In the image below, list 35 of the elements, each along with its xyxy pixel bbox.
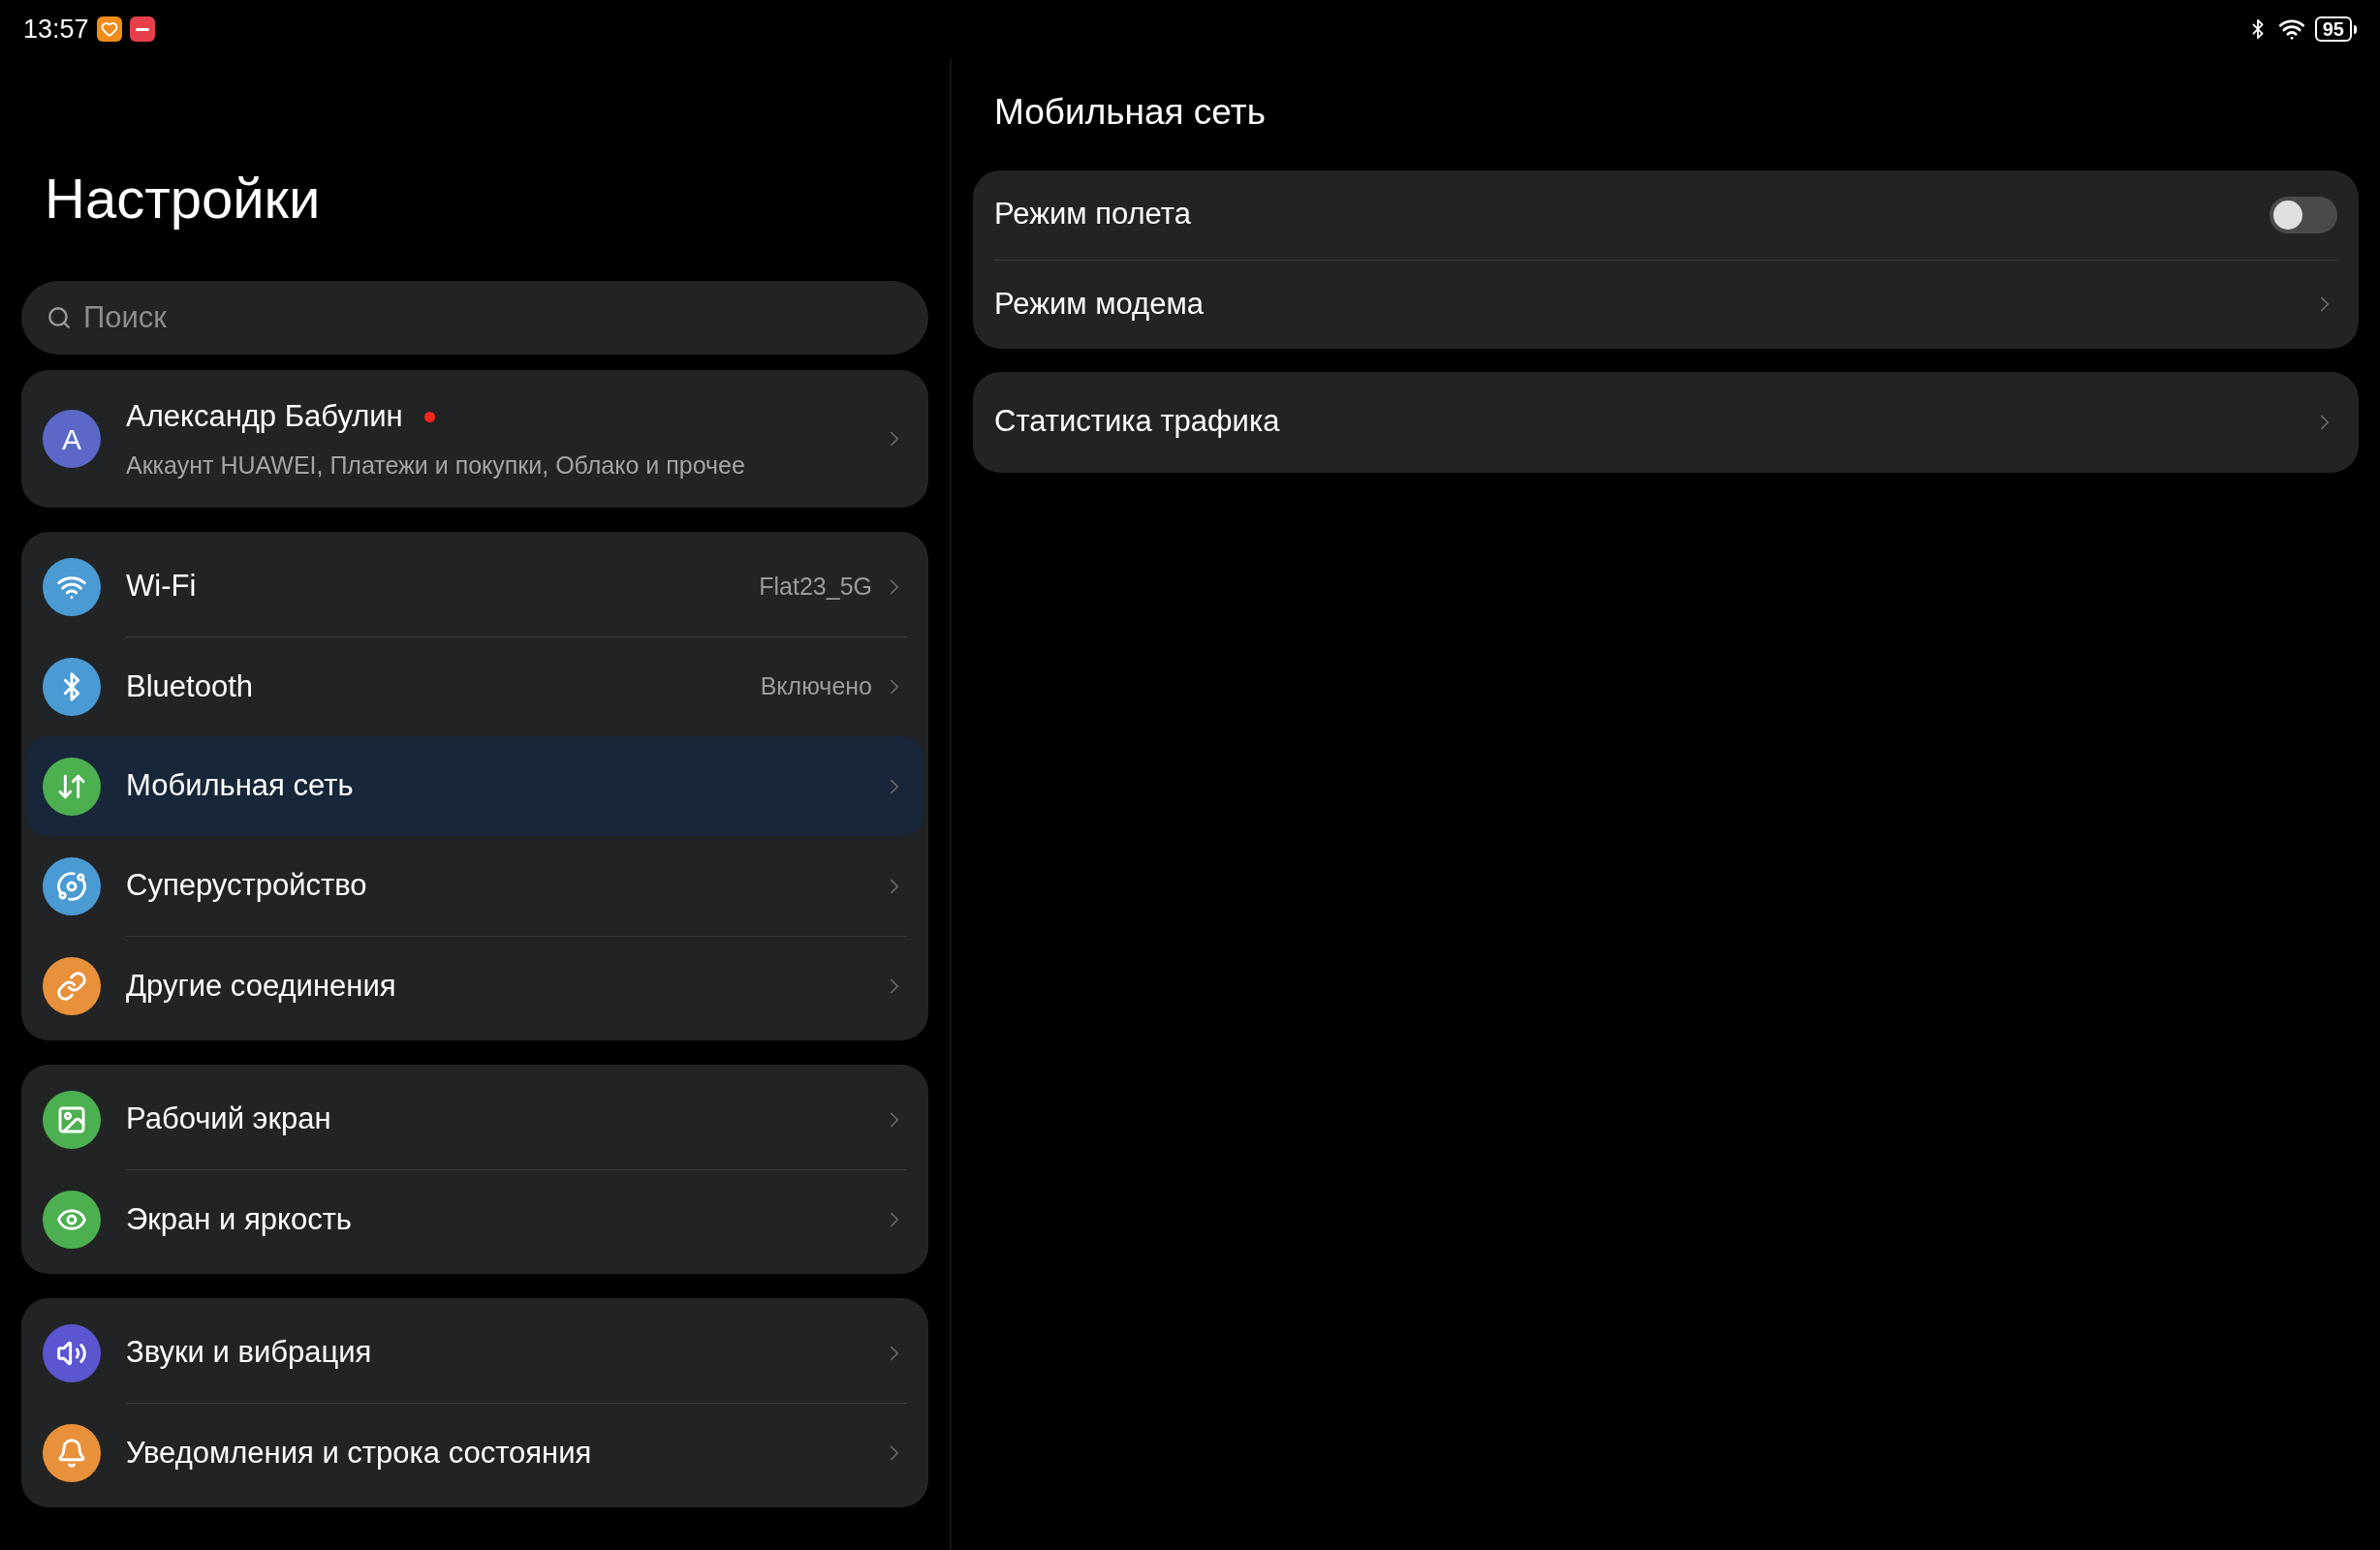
item-label: Мобильная сеть (126, 767, 355, 805)
store-app-icon (129, 16, 155, 42)
settings-row[interactable]: Режим модема (994, 259, 2337, 349)
account-subtitle: Аккаунт HUAWEI, Платежи и покупки, Облако и прочее (126, 450, 746, 480)
settings-item[interactable]: Суперустройство (26, 836, 924, 936)
item-label: Рабочий экран (126, 1100, 332, 1138)
item-label: Bluetooth (126, 667, 254, 705)
search-icon (47, 305, 72, 330)
account-name: Александр Бабулин (126, 398, 403, 435)
item-value: Flat23_5G (759, 571, 872, 602)
settings-row[interactable]: Статистика трафика (994, 371, 2337, 473)
status-time: 13:57 (23, 13, 89, 46)
item-label: Другие соединения (126, 967, 397, 1005)
detail-title: Мобильная сеть (993, 91, 1267, 134)
settings-item[interactable]: Мобильная сеть (26, 736, 924, 836)
item-value: Включено (760, 671, 872, 702)
item-label: Wi-Fi (126, 568, 198, 605)
row-label: Режим модема (994, 285, 1205, 323)
account-card[interactable]: А Александр Бабулин Аккаунт HUAWEI, Платежи и покупки, Облако и прочее (21, 370, 928, 508)
settings-item[interactable]: Звуки и вибрация (26, 1303, 924, 1403)
settings-row[interactable]: Режим полета (994, 170, 2337, 260)
settings-item[interactable]: Уведомления и строка состояния (26, 1403, 924, 1503)
item-label: Экран и яркость (126, 1200, 353, 1238)
row-label: Статистика трафика (994, 403, 1281, 441)
item-label: Звуки и вибрация (126, 1334, 373, 1372)
settings-item[interactable]: Экран и яркость (26, 1169, 924, 1269)
search-field[interactable]: Поиск (21, 281, 928, 355)
item-label: Уведомления и строка состояния (126, 1434, 593, 1472)
row-label: Режим полета (994, 196, 1192, 233)
item-label: Суперустройство (126, 867, 368, 905)
heart-app-icon (96, 16, 122, 42)
settings-item[interactable]: Wi-Fi Flat23_5G (26, 537, 924, 636)
toggle-switch[interactable] (2270, 196, 2337, 233)
settings-item[interactable]: Другие соединения (26, 936, 924, 1036)
settings-item[interactable]: Рабочий экран (26, 1070, 924, 1169)
